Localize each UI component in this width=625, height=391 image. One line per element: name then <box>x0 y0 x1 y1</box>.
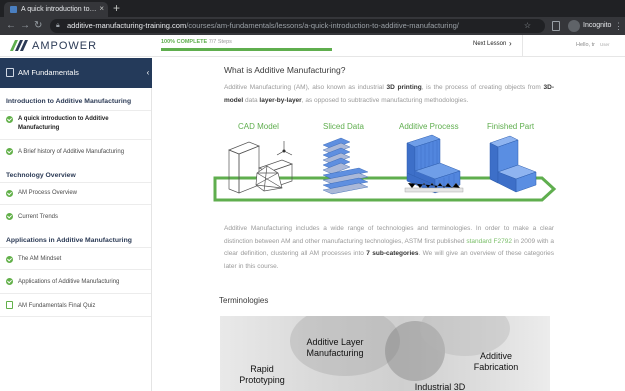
url-text[interactable]: additive-manufacturing-training.com/cour… <box>67 20 459 32</box>
lesson-item[interactable]: A quick introduction to Additive Manufac… <box>0 110 151 139</box>
lesson-label: A Brief history of Additive Manufacturin… <box>18 149 125 155</box>
incognito-label: Incognito <box>583 22 612 29</box>
browser-menu-icon[interactable]: ⋮ <box>614 20 623 32</box>
body-paragraph: Additive Manufacturing includes a wide r… <box>224 225 554 270</box>
browser-tab-bar: A quick introduction to Additive × + <box>0 0 625 17</box>
lesson-item[interactable]: AM Process Overview <box>0 182 151 204</box>
section-title[interactable]: Introduction to Additive Manufacturing <box>6 97 131 106</box>
intro-paragraph: Additive Manufacturing (AM), also known … <box>224 84 554 104</box>
new-tab-button[interactable]: + <box>113 1 120 15</box>
section-title[interactable]: Applications in Additive Manufacturing <box>6 236 132 245</box>
standard-link[interactable]: standard F2792 <box>466 238 512 245</box>
progress-bar <box>161 48 332 51</box>
diagram-label: Finished Part <box>487 122 535 131</box>
page-title: What is Additive Manufacturing? <box>224 65 346 75</box>
incognito-icon <box>568 20 580 32</box>
course-header[interactable]: AM Fundamentals <box>0 58 152 88</box>
terminologies-image: Rapid Prototyping Additive Layer Manufactu… <box>220 316 550 391</box>
lesson-label: AM Fundamentals Final Quiz <box>18 303 96 309</box>
course-icon <box>6 68 14 77</box>
quiz-icon <box>6 301 13 309</box>
check-circle-icon <box>6 256 13 263</box>
course-sidebar: AM Fundamentals ‹ Introduction to Additi… <box>0 58 153 391</box>
chevron-right-icon[interactable]: › <box>509 39 512 49</box>
ampower-logo-icon <box>10 40 28 51</box>
check-circle-icon <box>6 278 13 285</box>
term-rapid-prototyping: Rapid Prototyping <box>239 364 285 385</box>
avatar[interactable]: User <box>600 40 622 49</box>
back-icon[interactable]: ← <box>6 20 16 32</box>
bookmark-star-icon[interactable]: ☆ <box>524 21 537 31</box>
section-title[interactable]: Technology Overview <box>6 171 76 180</box>
diagram-label: Sliced Data <box>323 122 364 131</box>
brand-name[interactable]: AMPOWER <box>32 39 97 53</box>
progress-bar-fill <box>161 48 332 51</box>
check-circle-icon <box>6 148 13 155</box>
term-additive-layer-manufacturing: Additive Layer Manufacturing <box>306 337 364 358</box>
lesson-label: The AM Mindset <box>18 256 62 262</box>
forward-icon[interactable]: → <box>20 20 30 32</box>
lms-header: AMPOWER 100% COMPLETE 7/7 Steps Next Les… <box>0 35 625 57</box>
lesson-item[interactable]: AM Fundamentals Final Quiz <box>0 293 151 317</box>
tab-title: A quick introduction to Additive <box>21 6 97 13</box>
user-greeting[interactable]: Hello, tr <box>576 41 595 49</box>
next-lesson-button[interactable]: Next Lesson <box>473 40 506 49</box>
check-circle-icon <box>6 190 13 197</box>
lesson-label: Manufacturing <box>18 125 60 131</box>
lesson-label: Current Trends <box>18 214 59 220</box>
term-industrial-3d: Industrial 3D <box>414 382 466 391</box>
lesson-label: AM Process Overview <box>18 190 78 196</box>
lock-icon: 🔒︎ <box>56 22 60 29</box>
lesson-content: What is Additive Manufacturing? Additive… <box>152 58 625 391</box>
term-additive-fabrication: Additive Fabrication <box>473 351 519 372</box>
sidebar-panel-icon[interactable] <box>552 21 560 31</box>
header-divider <box>522 35 523 57</box>
reload-icon[interactable]: ↻ <box>34 20 42 32</box>
course-title: AM Fundamentals <box>18 68 79 77</box>
browser-toolbar: ← → ↻ 🔒︎ additive-manufacturing-training… <box>0 17 625 35</box>
lesson-item[interactable]: A Brief history of Additive Manufacturin… <box>0 139 151 163</box>
site-favicon-icon <box>10 6 17 13</box>
address-bar[interactable]: 🔒︎ additive-manufacturing-training.com/c… <box>50 19 545 33</box>
section-heading: Terminologies <box>219 296 269 305</box>
tab-close-icon[interactable]: × <box>99 3 104 14</box>
lesson-item[interactable]: Current Trends <box>0 204 151 228</box>
lesson-item[interactable]: Applications of Additive Manufacturing <box>0 269 151 293</box>
lesson-label: Applications of Additive Manufacturing <box>18 279 120 285</box>
browser-tab[interactable]: A quick introduction to Additive × <box>4 2 108 17</box>
diagram-label: CAD Model <box>238 122 279 131</box>
progress-label: 100% COMPLETE 7/7 Steps <box>161 39 232 45</box>
lesson-label: A quick introduction to Additive <box>18 116 109 122</box>
lesson-item[interactable]: The AM Mindset <box>0 247 151 269</box>
check-circle-icon <box>6 116 13 123</box>
diagram-label: Additive Process <box>399 122 459 131</box>
check-circle-icon <box>6 213 13 220</box>
